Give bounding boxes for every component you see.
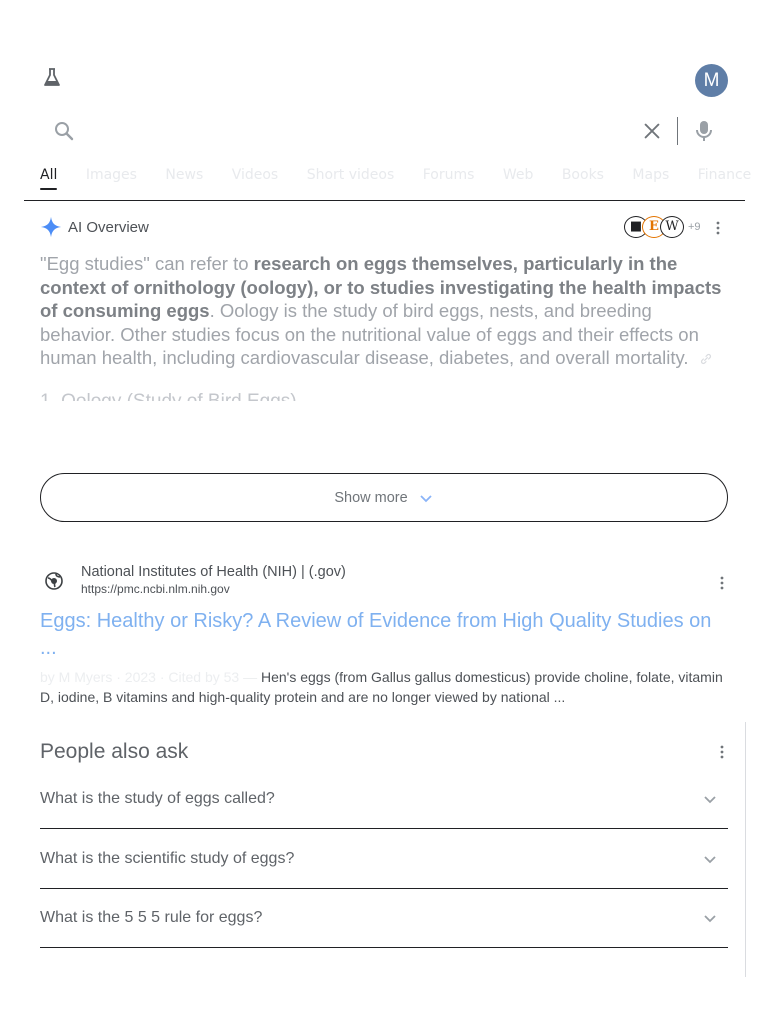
- tabs-divider: [24, 200, 745, 201]
- paa-question-3[interactable]: What is the 5 5 5 rule for eggs?: [40, 888, 728, 948]
- search-divider: [677, 117, 678, 145]
- result-url[interactable]: https://pmc.ncbi.nlm.nih.gov: [81, 582, 230, 596]
- ai-sources-stack[interactable]: ■ E W +9: [624, 216, 701, 238]
- result-site-name[interactable]: National Institutes of Health (NIH) | (.…: [81, 564, 346, 580]
- result-more-vert-icon[interactable]: [714, 575, 730, 591]
- chevron-down-icon: [420, 494, 432, 502]
- chevron-down-icon: [704, 795, 716, 803]
- ai-overview-label: AI Overview: [68, 218, 149, 236]
- result-title-link[interactable]: Eggs: Healthy or Risky? A Review of Evid…: [40, 608, 730, 662]
- search-icon: [55, 122, 74, 141]
- paa-question-2[interactable]: What is the scientific study of eggs?: [40, 829, 728, 889]
- people-also-ask-title: People also ask: [40, 740, 189, 763]
- tab-web[interactable]: Web: [503, 166, 534, 184]
- link-icon[interactable]: [699, 352, 713, 366]
- account-avatar[interactable]: M: [695, 64, 728, 97]
- tab-images[interactable]: Images: [86, 166, 137, 184]
- microphone-icon[interactable]: [692, 118, 716, 144]
- result-snippet: by M Myers · 2023 · Cited by 53 — Hen's …: [40, 667, 730, 707]
- paa-right-border: [745, 722, 746, 977]
- wikipedia-icon: W: [660, 216, 684, 238]
- paa-question-text: What is the study of eggs called?: [40, 789, 275, 807]
- globe-icon: [45, 572, 63, 590]
- sources-count: +9: [688, 221, 701, 233]
- search-tabs: All Images News Videos Short videos Foru…: [40, 166, 768, 190]
- chevron-down-icon: [704, 914, 716, 922]
- ai-overview-header: AI Overview: [40, 215, 149, 239]
- search-results-page: M All Images News Videos Short videos Fo…: [0, 0, 768, 1024]
- more-vert-icon[interactable]: [710, 220, 726, 236]
- chevron-down-icon: [704, 855, 716, 863]
- tab-videos[interactable]: Videos: [232, 166, 279, 184]
- paa-more-vert-icon[interactable]: [714, 744, 730, 760]
- show-more-label: Show more: [334, 489, 408, 506]
- show-more-button[interactable]: Show more: [40, 473, 728, 522]
- ai-overview-list-item: 1. Oology (Study of Bird Eggs): [40, 389, 340, 401]
- search-input[interactable]: [90, 114, 620, 148]
- paa-question-text: What is the 5 5 5 rule for eggs?: [40, 908, 263, 926]
- labs-flask-icon[interactable]: [40, 66, 64, 90]
- ai-overview-text: "Egg studies" can refer to research on e…: [40, 252, 730, 370]
- result-meta: by M Myers · 2023 · Cited by 53 —: [40, 669, 261, 685]
- tab-forums[interactable]: Forums: [423, 166, 475, 184]
- clear-search-icon[interactable]: [641, 120, 663, 142]
- tab-short-videos[interactable]: Short videos: [307, 166, 395, 184]
- tab-all[interactable]: All: [40, 166, 58, 190]
- tab-books[interactable]: Books: [562, 166, 604, 184]
- paa-question-1[interactable]: What is the study of eggs called?: [40, 769, 728, 829]
- tab-maps[interactable]: Maps: [632, 166, 669, 184]
- tab-news[interactable]: News: [165, 166, 203, 184]
- paa-question-text: What is the scientific study of eggs?: [40, 849, 295, 867]
- ai-sparkle-icon: [40, 216, 62, 238]
- tab-finance[interactable]: Finance: [698, 166, 752, 184]
- ai-text-intro: "Egg studies" can refer to: [40, 253, 254, 274]
